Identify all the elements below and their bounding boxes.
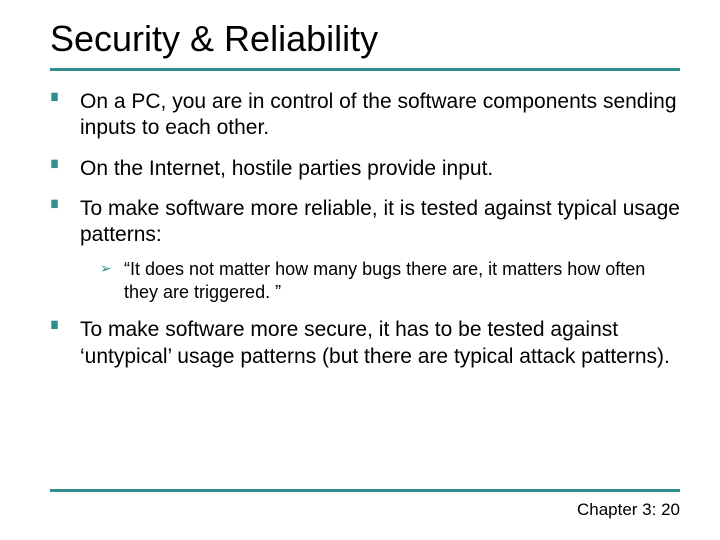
bullet-text: On the Internet, hostile parties provide… <box>80 157 493 180</box>
bullet-list: On a PC, you are in control of the softw… <box>50 89 680 370</box>
footer-label: Chapter 3: 20 <box>577 500 680 520</box>
list-item: To make software more reliable, it is te… <box>50 196 680 304</box>
sub-list-item: “It does not matter how many bugs there … <box>100 258 680 303</box>
bullet-text: On a PC, you are in control of the softw… <box>80 90 677 139</box>
sub-bullet-text: “It does not matter how many bugs there … <box>124 259 645 302</box>
list-item: On the Internet, hostile parties provide… <box>50 156 680 182</box>
title-divider <box>50 68 680 71</box>
sub-list: “It does not matter how many bugs there … <box>80 258 680 303</box>
slide: Security & Reliability On a PC, you are … <box>0 0 720 540</box>
bullet-text: To make software more reliable, it is te… <box>80 197 680 246</box>
list-item: To make software more secure, it has to … <box>50 317 680 370</box>
footer-divider <box>50 489 680 492</box>
list-item: On a PC, you are in control of the softw… <box>50 89 680 142</box>
page-title: Security & Reliability <box>50 18 680 60</box>
bullet-text: To make software more secure, it has to … <box>80 318 670 367</box>
